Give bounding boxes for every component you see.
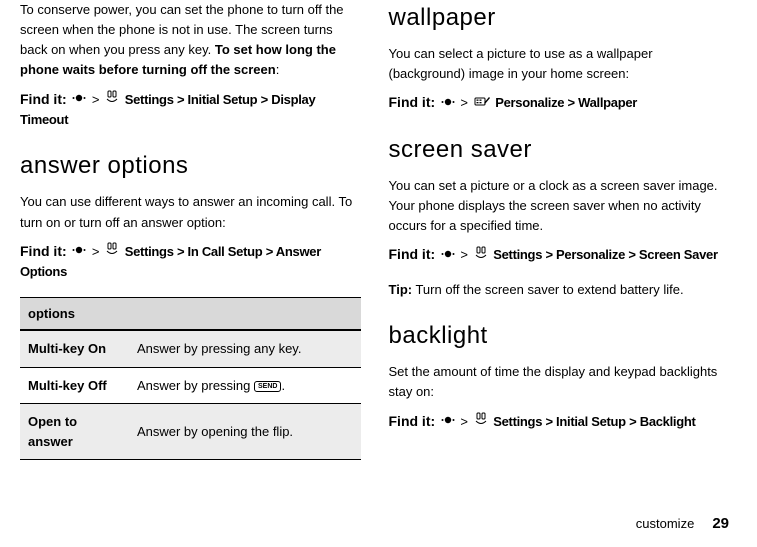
desc-post: . [281,378,285,393]
display-timeout-intro: To conserve power, you can set the phone… [20,0,361,81]
sep: > [92,244,103,259]
findit-display-timeout: Find it: > Settings > Initial Setup > Di… [20,89,361,131]
sep: > [92,92,103,107]
sep: > [460,95,471,110]
personalize-icon [474,94,490,114]
sep: > [460,247,471,262]
tip-line: Tip: Turn off the screen saver to extend… [389,280,730,300]
table-row: Multi-key On Answer by pressing any key. [20,330,361,367]
findit-wallpaper: Find it: > Personalize > Wallpaper [389,92,730,114]
findit-label: Find it: [389,94,436,110]
heading-answer-options: answer options [20,148,361,184]
page-footer: customize 29 [636,513,729,536]
right-column: wallpaper You can select a picture to us… [389,0,730,460]
option-name: Multi-key On [20,330,129,367]
settings-icon [474,412,488,432]
findit-backlight: Find it: > Settings > Initial Setup > Ba… [389,411,730,433]
findit-path: Personalize > Wallpaper [495,95,637,110]
table-row: Open to answer Answer by opening the fli… [20,404,361,460]
heading-wallpaper: wallpaper [389,0,730,36]
table-row: Multi-key Off Answer by pressing SEND. [20,367,361,404]
option-name: Multi-key Off [20,367,129,404]
findit-answer-options: Find it: > Settings > In Call Setup > An… [20,241,361,283]
option-desc: Answer by pressing any key. [129,330,361,367]
nav-key-icon [72,242,86,262]
answer-options-text: You can use different ways to answer an … [20,192,361,232]
desc-pre: Answer by pressing [137,378,254,393]
nav-key-icon [72,90,86,110]
section-name: customize [636,514,695,534]
heading-screen-saver: screen saver [389,132,730,168]
settings-icon [105,90,119,110]
findit-path: Settings > Personalize > Screen Saver [493,247,717,262]
backlight-text: Set the amount of time the display and k… [389,362,730,402]
findit-label: Find it: [389,413,436,429]
tip-label: Tip: [389,282,413,297]
findit-label: Find it: [20,91,67,107]
wallpaper-text: You can select a picture to use as a wal… [389,44,730,84]
option-desc: Answer by pressing SEND. [129,367,361,404]
option-name: Open to answer [20,404,129,460]
left-column: To conserve power, you can set the phone… [20,0,361,460]
nav-key-icon [441,94,455,114]
table-header: options [20,297,361,330]
findit-label: Find it: [389,246,436,262]
sep: > [460,414,471,429]
findit-label: Find it: [20,243,67,259]
tip-text: Turn off the screen saver to extend batt… [412,282,683,297]
findit-screen-saver: Find it: > Settings > Personalize > Scre… [389,244,730,266]
options-table: options Multi-key On Answer by pressing … [20,297,361,461]
settings-icon [474,246,488,266]
intro-colon: : [276,62,280,77]
page-number: 29 [712,513,729,536]
screen-saver-text: You can set a picture or a clock as a sc… [389,176,730,236]
option-desc: Answer by opening the flip. [129,404,361,460]
send-key-icon: SEND [254,381,281,392]
heading-backlight: backlight [389,318,730,354]
settings-icon [105,242,119,262]
nav-key-icon [441,412,455,432]
nav-key-icon [441,246,455,266]
findit-path: Settings > Initial Setup > Backlight [493,414,695,429]
